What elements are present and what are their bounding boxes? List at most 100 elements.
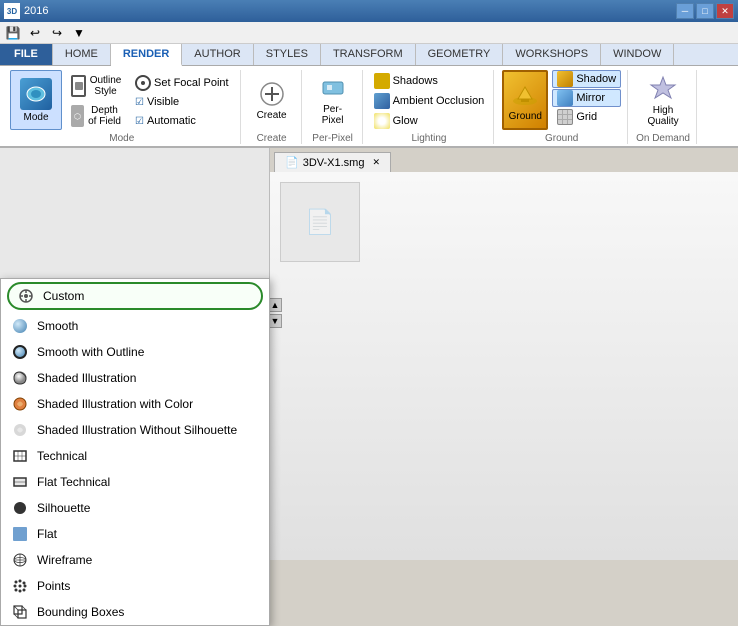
silhouette-label: Silhouette [37,501,90,515]
dropdown-technical[interactable]: Technical [1,443,269,469]
wireframe-icon [11,551,29,569]
shadow-toggle-button[interactable]: Shadow [552,70,621,88]
file-tab-3dv[interactable]: 📄 3DV-X1.smg ✕ [274,152,391,172]
outline-style-button[interactable]: Outline Style [66,72,126,100]
maximize-button[interactable]: □ [696,3,714,19]
quality-group-items: High Quality [640,70,686,131]
tab-styles[interactable]: STYLES [254,44,321,65]
flat-label: Flat [37,527,57,541]
custom-item-inner[interactable]: Custom [13,285,257,307]
ground-label: Ground [509,111,542,122]
tab-author[interactable]: AUTHOR [182,44,253,65]
ribbon-group-perpixel: Per-Pixel Per-Pixel [304,70,363,144]
mode-button[interactable]: Mode [10,70,62,130]
mode-dropdown-menu: Custom Smooth Smooth with Outline [0,278,270,626]
ground-button[interactable]: Ground [502,70,548,130]
perpixel-group-items: Per-Pixel [310,70,356,131]
file-tab-label: 3DV-X1.smg [303,157,365,169]
dropdown-silhouette[interactable]: Silhouette [1,495,269,521]
automatic-button[interactable]: ☑ Automatic [130,112,234,130]
ribbon-content: Mode Outline Style ⬡ Depth of Field [0,66,738,146]
dropdown-flat[interactable]: Flat [1,521,269,547]
smooth-outline-label: Smooth with Outline [37,345,144,359]
main-area: Custom Smooth Smooth with Outline [0,148,738,560]
file-icon: 📄 [285,156,299,169]
silhouette-icon [11,499,29,517]
tab-geometry[interactable]: GEOMETRY [416,44,504,65]
set-focal-point-button[interactable]: Set Focal Point [130,74,234,92]
tab-transform[interactable]: TRANSFORM [321,44,416,65]
high-quality-button[interactable]: High Quality [640,70,686,130]
create-button[interactable]: Create [249,70,295,130]
tab-file[interactable]: FILE [0,44,53,65]
glow-button[interactable]: Glow [371,112,421,130]
ambient-occlusion-label: Ambient Occlusion [393,95,485,107]
tab-window[interactable]: WINDOW [601,44,674,65]
mode-group-items: Mode Outline Style ⬡ Depth of Field [10,70,234,131]
ribbon: FILE HOME RENDER AUTHOR STYLES TRANSFORM… [0,44,738,148]
viewer-area: 📄 [270,172,738,560]
ribbon-group-create: Create Create [243,70,302,144]
per-pixel-button[interactable]: Per-Pixel [310,70,356,130]
dropdown-bounding-boxes[interactable]: Bounding Boxes [1,599,269,625]
visible-button[interactable]: ☑ Visible [130,93,234,111]
high-quality-icon [648,73,678,103]
grid-toggle-button[interactable]: Grid [552,108,621,126]
dropdown-shaded-nosilhouette[interactable]: Shaded Illustration Without Silhouette [1,417,269,443]
ribbon-group-quality: High Quality On Demand [630,70,697,144]
shaded-nosilhouette-icon [11,421,29,439]
high-quality-label: High Quality [643,105,683,127]
shadow-toggle-icon [557,71,573,87]
dropdown-wireframe[interactable]: Wireframe [1,547,269,573]
dropdown-shaded[interactable]: Shaded Illustration [1,365,269,391]
smooth-icon [11,317,29,335]
tab-home[interactable]: HOME [53,44,111,65]
depth-of-field-button[interactable]: ⬡ Depth of Field [66,102,126,130]
dropdown-smooth[interactable]: Smooth [1,313,269,339]
lighting-group-items: Shadows Ambient Occlusion Glow [371,70,488,131]
points-icon [11,577,29,595]
smooth-label: Smooth [37,319,78,333]
ambient-occlusion-button[interactable]: Ambient Occlusion [371,92,488,110]
wireframe-label: Wireframe [37,553,92,567]
flat-icon [11,525,29,543]
close-button[interactable]: ✕ [716,3,734,19]
tab-render[interactable]: RENDER [111,44,182,66]
lighting-group-label: Lighting [411,133,446,144]
depth-of-field-icon: ⬡ [71,105,84,127]
smooth-outline-icon [11,343,29,361]
tab-close-icon[interactable]: ✕ [372,157,380,168]
ribbon-group-lighting: Shadows Ambient Occlusion Glow Lighting [365,70,495,144]
grid-toggle-icon [557,109,573,125]
create-label: Create [257,110,287,121]
technical-icon [11,447,29,465]
quickaccess-dropdown[interactable]: ▼ [70,24,88,42]
right-panel: ▲ ▼ 📄 3DV-X1.smg ✕ 📄 [270,148,738,560]
bounding-boxes-label: Bounding Boxes [37,605,124,619]
per-pixel-icon [319,74,347,102]
create-icon [258,80,286,108]
automatic-label: Automatic [147,115,196,127]
save-button[interactable]: 💾 [4,24,22,42]
dropdown-flat-technical[interactable]: Flat Technical [1,469,269,495]
dropdown-shaded-color[interactable]: Shaded Illustration with Color [1,391,269,417]
left-panel: Custom Smooth Smooth with Outline [0,148,270,560]
shaded-color-icon [11,395,29,413]
undo-button[interactable]: ↩ [26,24,44,42]
dropdown-custom-item[interactable]: Custom [7,282,263,310]
glow-label: Glow [393,115,418,127]
per-pixel-label: Per-Pixel [313,104,353,126]
dropdown-points[interactable]: Points [1,573,269,599]
shaded-icon [11,369,29,387]
scroll-up-button[interactable]: ▲ [268,298,282,312]
quick-access-toolbar: 💾 ↩ ↪ ▼ [0,22,738,44]
minimize-button[interactable]: ─ [676,3,694,19]
scroll-down-button[interactable]: ▼ [268,314,282,328]
mirror-toggle-icon [557,90,573,106]
focal-point-icon [135,75,151,91]
tab-workshops[interactable]: WORKSHOPS [503,44,601,65]
mirror-toggle-button[interactable]: Mirror [552,89,621,107]
shadows-button[interactable]: Shadows [371,72,441,90]
redo-button[interactable]: ↪ [48,24,66,42]
dropdown-smooth-outline[interactable]: Smooth with Outline [1,339,269,365]
